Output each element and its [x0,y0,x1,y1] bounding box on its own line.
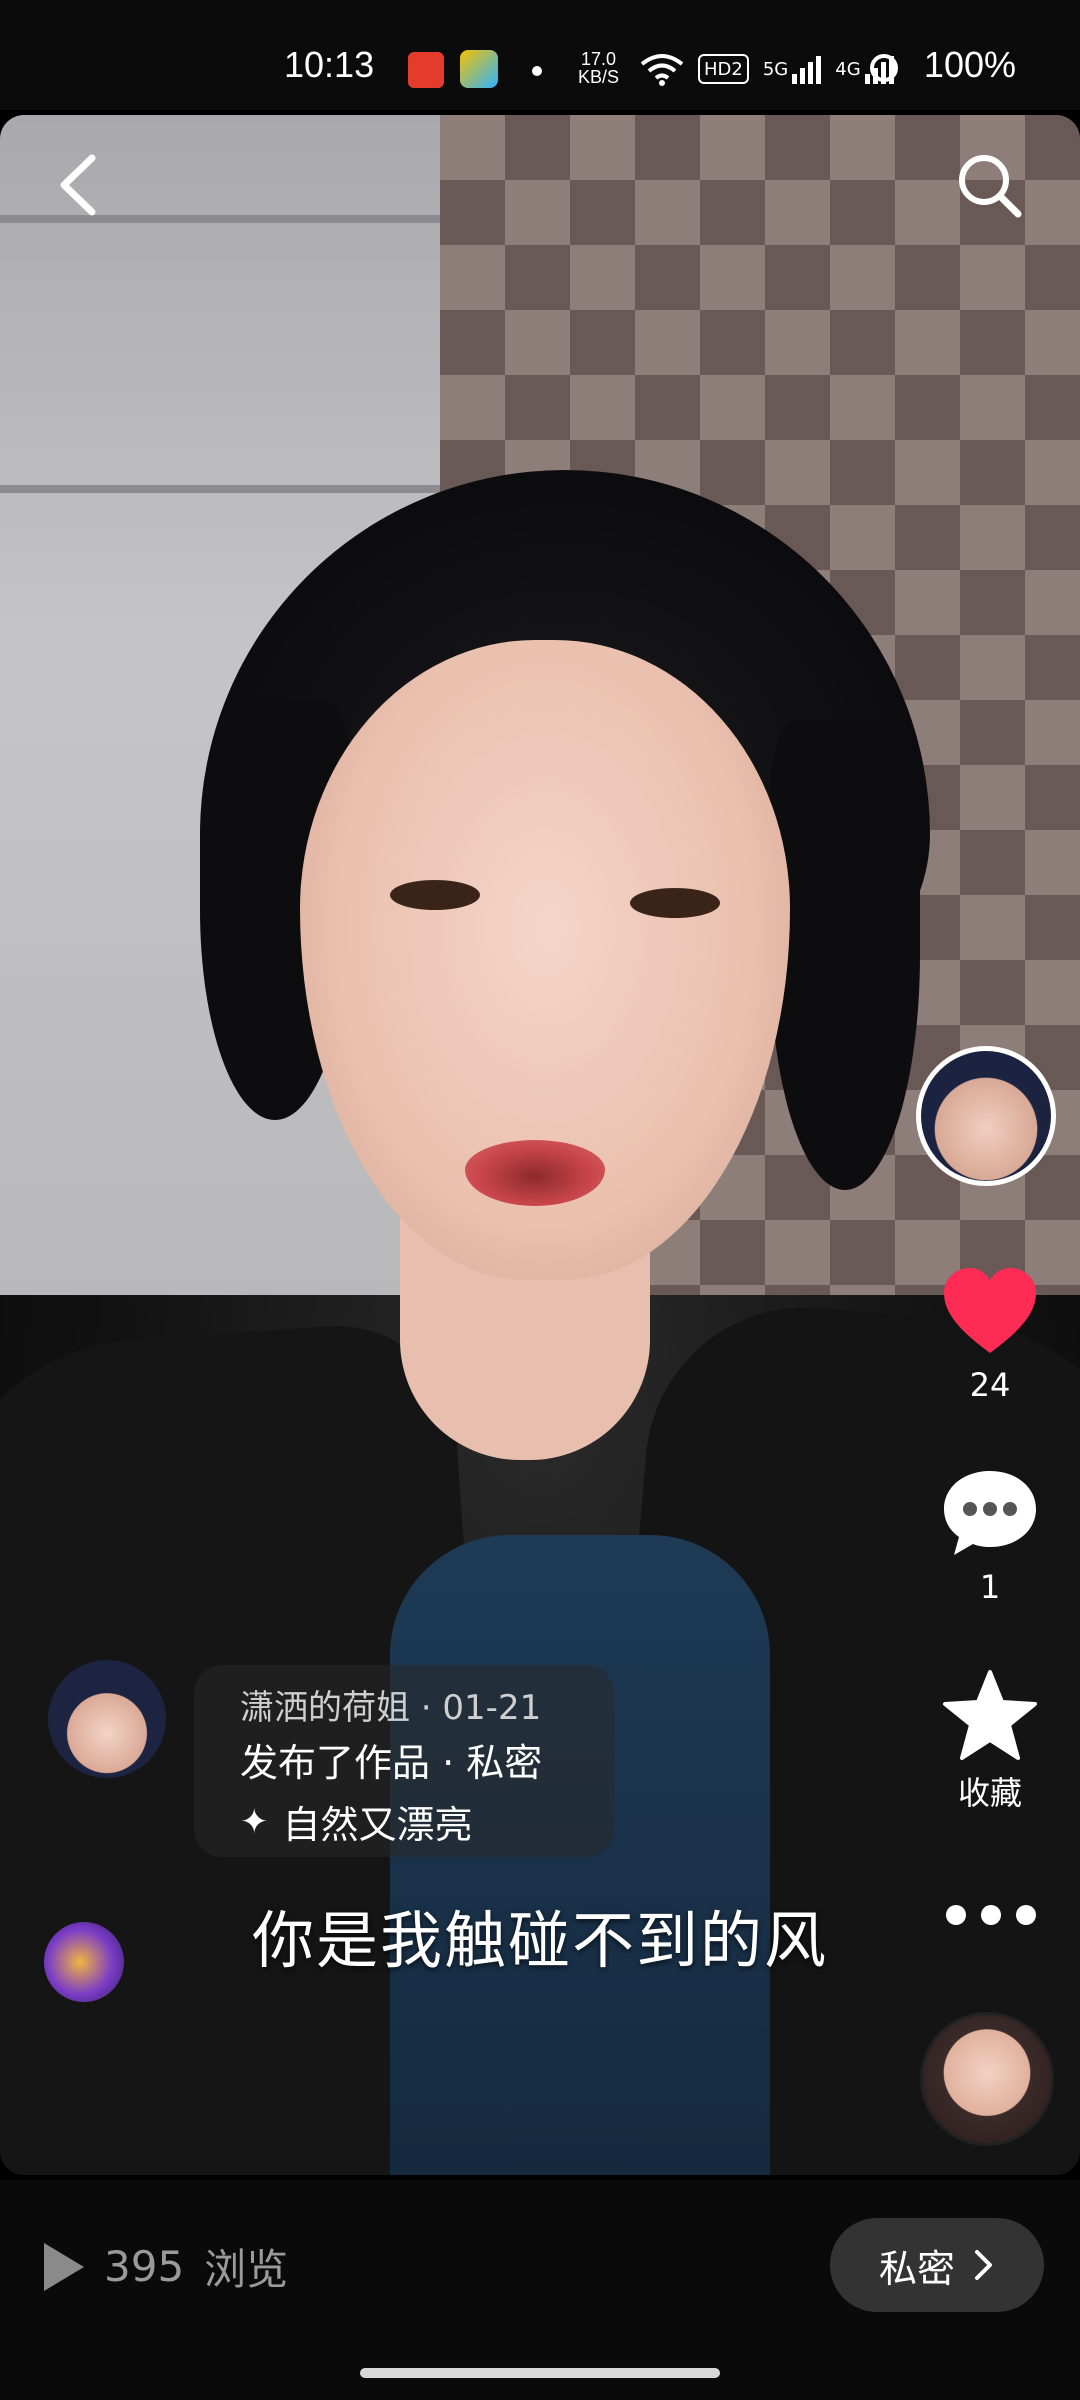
status-time: 10:13 [284,44,375,85]
background-rail-2 [0,485,440,493]
chevron-right-icon [975,2250,992,2280]
views-label: 浏览 [204,2245,289,2294]
sparkle-icon: ✦ [240,1801,269,1842]
status-bar: 10:13 17.0 KB/S HD2 5G 4G 100% [0,0,1080,110]
like-button[interactable] [940,1265,1040,1357]
poster-avatar[interactable] [48,1660,166,1778]
post-action: 发布了作品 · 私密 [240,1741,543,1785]
privacy-label: 私密 [878,2246,955,2291]
network-speed-value: 17.0 [580,49,617,69]
right-eye [630,888,720,918]
favorite-label: 收藏 [957,1774,1022,1812]
favorite-button[interactable] [940,1668,1040,1764]
author-avatar[interactable] [916,1046,1056,1186]
comment-count: 1 [979,1568,1001,1606]
heart-icon [944,1268,1036,1353]
notification-app-icon-2 [460,50,498,88]
like-count: 24 [969,1366,1011,1404]
back-button[interactable] [52,150,108,220]
views-number: 395 [104,2242,185,2291]
hd-icon: HD2 [698,54,749,84]
network-speed-unit: KB/S [578,67,620,87]
effect-label: 自然又漂亮 [282,1803,473,1847]
battery-ring-icon [870,54,898,82]
search-icon [959,155,1022,218]
notification-dot-icon [532,66,542,76]
signal-4g-label: 4G [835,58,861,80]
signal-5g-label: 5G [762,58,789,80]
home-indicator[interactable] [360,2368,720,2378]
signal-5g-icon: 5G [762,52,822,86]
wifi-icon [640,52,684,86]
privacy-button[interactable]: 私密 [830,2218,1044,2312]
play-icon [44,2242,84,2291]
view-count: 395 浏览 [44,2236,288,2297]
back-chevron-icon [60,154,96,216]
left-eye [390,880,480,910]
star-icon [943,1670,1037,1760]
battery-level: 100% [923,44,1016,85]
notification-app-icon [408,52,444,88]
status-icons: HD2 5G 4G [640,52,894,86]
search-button[interactable] [954,150,1024,220]
network-speed: 17.0 KB/S [578,50,619,86]
video-subtitle: 你是我触碰不到的风 [251,1904,828,1977]
music-disc[interactable] [920,2012,1054,2146]
hair-right [770,720,920,1190]
comment-button[interactable] [940,1465,1040,1561]
post-author-date[interactable]: 潇洒的荷姐 · 01-21 [240,1680,541,1729]
post-effect[interactable]: ✦ 自然又漂亮 [240,1794,473,1849]
comment-icon [944,1471,1036,1555]
